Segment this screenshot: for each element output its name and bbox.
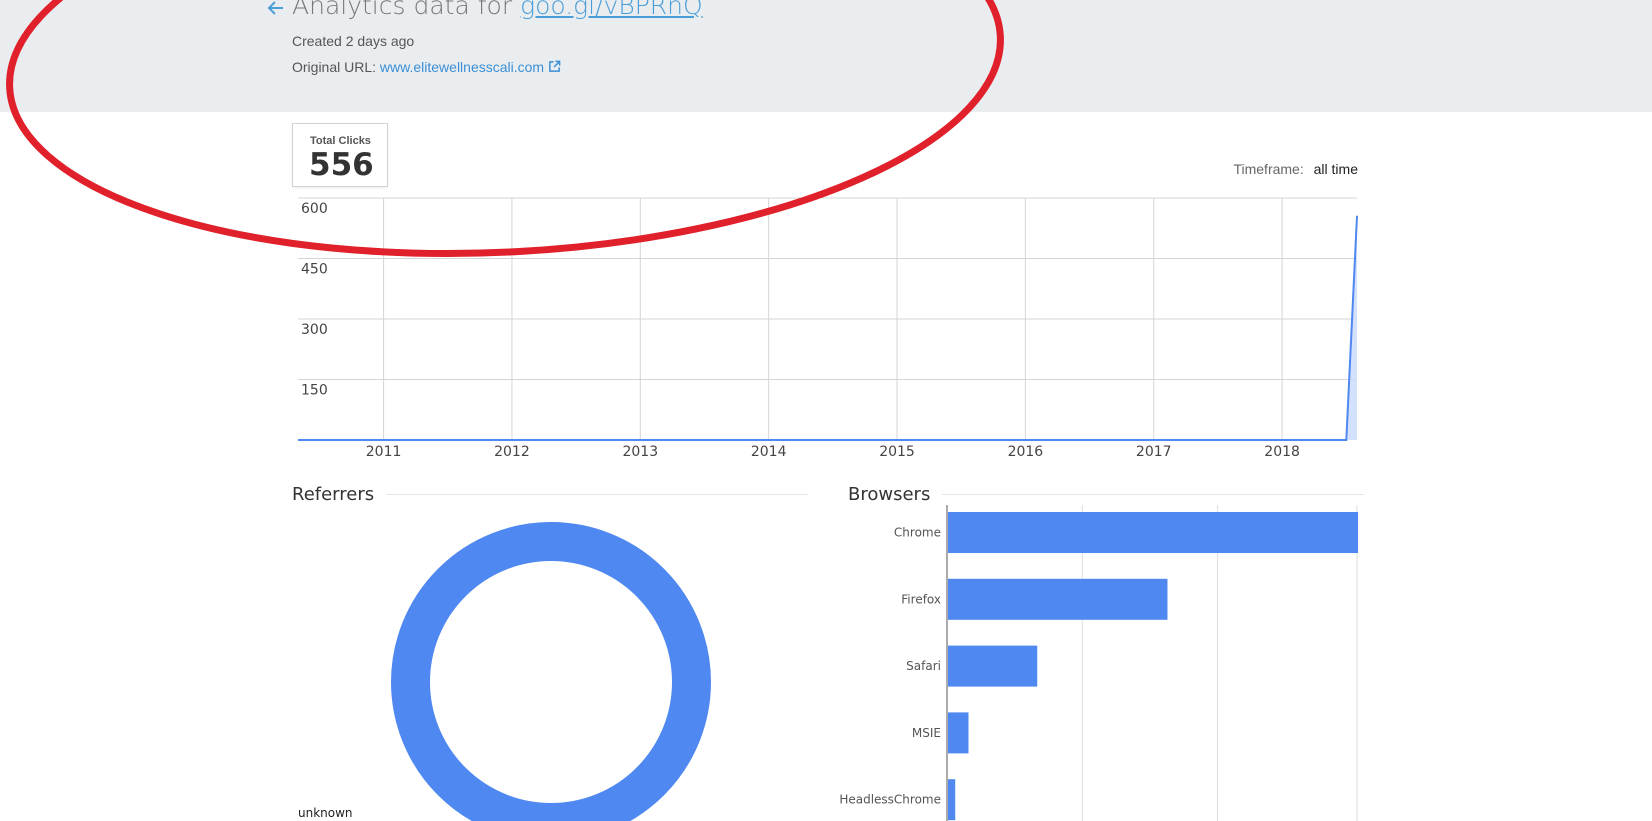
annotation-overlay [6,0,1004,258]
red-annotation-ellipse [6,0,1004,258]
